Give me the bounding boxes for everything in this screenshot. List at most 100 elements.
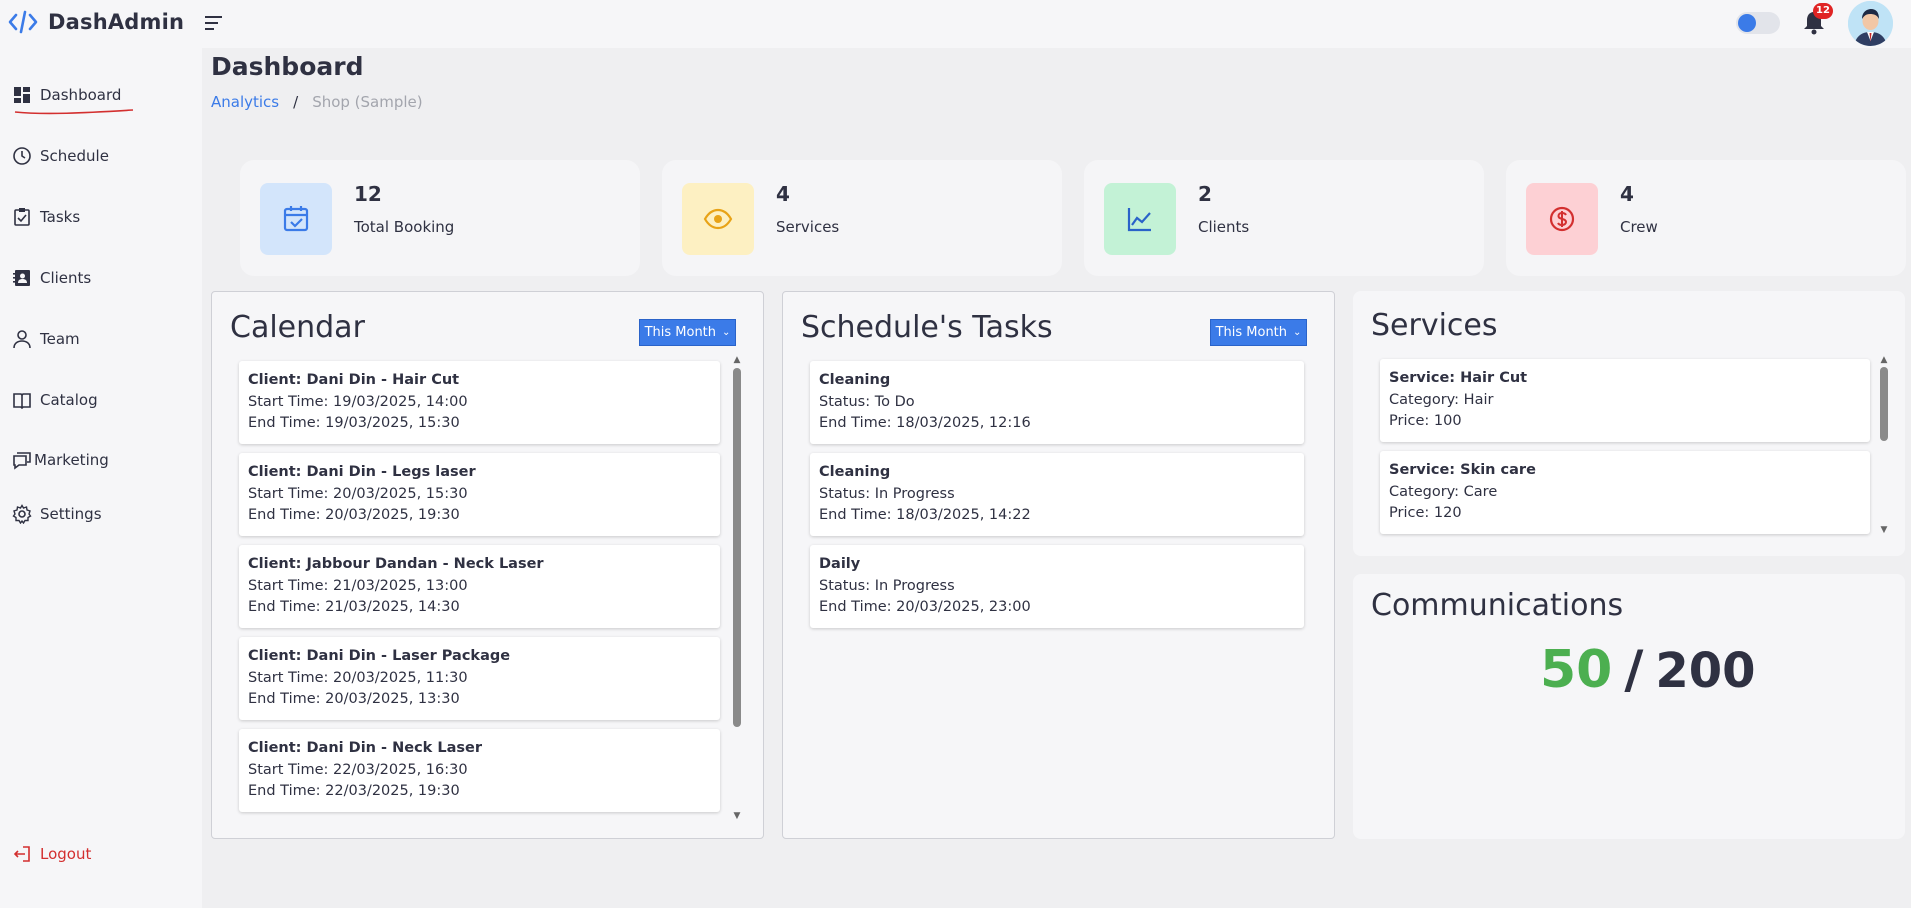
task-item[interactable]: Cleaning Status: To Do End Time: 18/03/2…: [810, 361, 1304, 444]
sidebar-item-clients[interactable]: Clients: [12, 266, 91, 290]
app-name: DashAdmin: [48, 10, 185, 34]
gear-icon: [12, 504, 32, 524]
sidebar-item-label: Clients: [40, 269, 92, 287]
sidebar-item-catalog[interactable]: Catalog: [12, 388, 98, 412]
theme-toggle-knob: [1738, 14, 1756, 32]
task-item[interactable]: Cleaning Status: In Progress End Time: 1…: [810, 453, 1304, 536]
sidebar-item-label: Schedule: [40, 147, 109, 165]
chat-icon: [13, 452, 31, 470]
sidebar-item-team[interactable]: Team: [12, 327, 80, 351]
calendar-item-end: End Time: 20/03/2025, 13:30: [248, 691, 460, 707]
user-avatar-icon: [1848, 1, 1893, 46]
task-item-status: Status: To Do: [819, 393, 915, 410]
service-item-price: Price: 120: [1389, 505, 1462, 521]
tasks-panel: Schedule's Tasks This Month ⌄ Cleaning S…: [782, 291, 1335, 839]
calendar-item[interactable]: Client: Dani Din - Hair Cut Start Time: …: [239, 361, 720, 444]
calendar-item-start: Start Time: 22/03/2025, 16:30: [248, 761, 468, 778]
breadcrumb-link-analytics[interactable]: Analytics: [211, 93, 279, 111]
period-select-value: This Month: [1215, 325, 1288, 340]
services-scrollbar[interactable]: ▲ ▼: [1878, 355, 1890, 535]
clipboard-check-icon: [14, 208, 30, 226]
task-item-end: End Time: 20/03/2025, 23:00: [819, 599, 1031, 615]
stat-card-bookings: 12 Total Booking: [240, 160, 640, 276]
task-item-title: Cleaning: [819, 464, 891, 480]
breadcrumb-current: Shop (Sample): [312, 93, 423, 111]
calendar-item-start: Start Time: 19/03/2025, 14:00: [248, 393, 468, 410]
calendar-period-select[interactable]: This Month ⌄: [639, 319, 736, 346]
scroll-down-arrow-icon[interactable]: ▼: [1878, 525, 1890, 535]
sidebar-item-dashboard[interactable]: Dashboard: [12, 83, 121, 107]
calendar-item-end: End Time: 22/03/2025, 19:30: [248, 783, 460, 799]
service-item-category: Category: Care: [1389, 483, 1498, 500]
stat-label: Crew: [1620, 218, 1658, 236]
calendar-item-start: Start Time: 20/03/2025, 11:30: [248, 669, 468, 686]
chevron-down-icon: ⌄: [1293, 327, 1302, 338]
chevron-down-icon: ⌄: [722, 327, 731, 338]
stat-icon-box: [260, 183, 332, 255]
dashboard-icon: [14, 87, 30, 103]
avatar[interactable]: [1848, 1, 1893, 46]
scroll-up-arrow-icon[interactable]: ▲: [731, 355, 743, 365]
services-panel: Services Service: Hair Cut Category: Hai…: [1353, 291, 1905, 556]
tasks-title: Schedule's Tasks: [801, 310, 1053, 345]
communications-total: 200: [1655, 643, 1756, 699]
scrollbar-thumb[interactable]: [1880, 367, 1888, 441]
sidebar-item-label: Team: [40, 330, 80, 348]
dollar-circle-icon: [1549, 206, 1575, 232]
period-select-value: This Month: [644, 325, 717, 340]
scroll-down-arrow-icon[interactable]: ▼: [731, 811, 743, 821]
calendar-scrollbar[interactable]: ▲ ▼: [731, 355, 743, 821]
communications-panel: Communications 50 / 200: [1353, 574, 1905, 839]
menu-toggle-icon[interactable]: [204, 13, 224, 33]
app-logo[interactable]: DashAdmin: [8, 9, 184, 35]
task-item-title: Daily: [819, 556, 861, 572]
top-bar: DashAdmin 12: [0, 0, 1911, 48]
calendar-title: Calendar: [230, 310, 365, 345]
sidebar-item-label: Settings: [40, 505, 102, 523]
breadcrumb-separator: /: [293, 93, 299, 111]
sidebar-item-label: Dashboard: [40, 86, 122, 104]
calendar-item[interactable]: Client: Jabbour Dandan - Neck Laser Star…: [239, 545, 720, 628]
page-title: Dashboard: [211, 52, 364, 81]
sidebar-item-label: Tasks: [40, 208, 81, 226]
stat-card-clients: 2 Clients: [1084, 160, 1484, 276]
communications-count: 50 / 200: [1540, 640, 1756, 700]
calendar-item-title: Client: Jabbour Dandan - Neck Laser: [248, 556, 544, 572]
sidebar-item-label: Marketing: [34, 451, 109, 469]
chart-line-icon: [1127, 208, 1151, 232]
eye-icon: [703, 208, 733, 230]
sidebar-item-label: Catalog: [40, 391, 98, 409]
logout-button[interactable]: Logout: [12, 842, 91, 866]
calendar-item-start: Start Time: 20/03/2025, 15:30: [248, 485, 468, 502]
stat-card-services: 4 Services: [662, 160, 1062, 276]
stat-icon-box: [682, 183, 754, 255]
book-icon: [13, 393, 31, 410]
person-icon: [13, 330, 31, 349]
calendar-panel: Calendar This Month ⌄ Client: Dani Din -…: [211, 291, 764, 839]
calendar-item[interactable]: Client: Dani Din - Legs laser Start Time…: [239, 453, 720, 536]
stat-value: 4: [1620, 182, 1634, 206]
sidebar-item-tasks[interactable]: Tasks: [12, 205, 80, 229]
calendar-item[interactable]: Client: Dani Din - Neck Laser Start Time…: [239, 729, 720, 812]
sidebar-item-schedule[interactable]: Schedule: [12, 144, 109, 168]
service-item-category: Category: Hair: [1389, 391, 1494, 408]
scroll-up-arrow-icon[interactable]: ▲: [1878, 355, 1890, 365]
tasks-period-select[interactable]: This Month ⌄: [1210, 319, 1307, 346]
service-item[interactable]: Service: Skin care Category: Care Price:…: [1380, 451, 1870, 534]
scrollbar-thumb[interactable]: [733, 368, 741, 727]
breadcrumb: Analytics / Shop (Sample): [211, 93, 423, 111]
task-item[interactable]: Daily Status: In Progress End Time: 20/0…: [810, 545, 1304, 628]
calendar-item-end: End Time: 19/03/2025, 15:30: [248, 415, 460, 431]
sidebar-item-settings[interactable]: Settings: [12, 502, 102, 526]
calendar-item[interactable]: Client: Dani Din - Laser Package Start T…: [239, 637, 720, 720]
service-item[interactable]: Service: Hair Cut Category: Hair Price: …: [1380, 359, 1870, 442]
service-item-price: Price: 100: [1389, 413, 1462, 429]
task-item-status: Status: In Progress: [819, 485, 955, 502]
calendar-item-end: End Time: 20/03/2025, 19:30: [248, 507, 460, 523]
logout-label: Logout: [40, 845, 92, 863]
service-item-title: Service: Hair Cut: [1389, 370, 1528, 386]
stat-value: 2: [1198, 182, 1212, 206]
sidebar-item-marketing[interactable]: Marketing: [12, 448, 109, 472]
calendar-item-title: Client: Dani Din - Legs laser: [248, 464, 476, 480]
theme-toggle[interactable]: [1736, 12, 1780, 34]
